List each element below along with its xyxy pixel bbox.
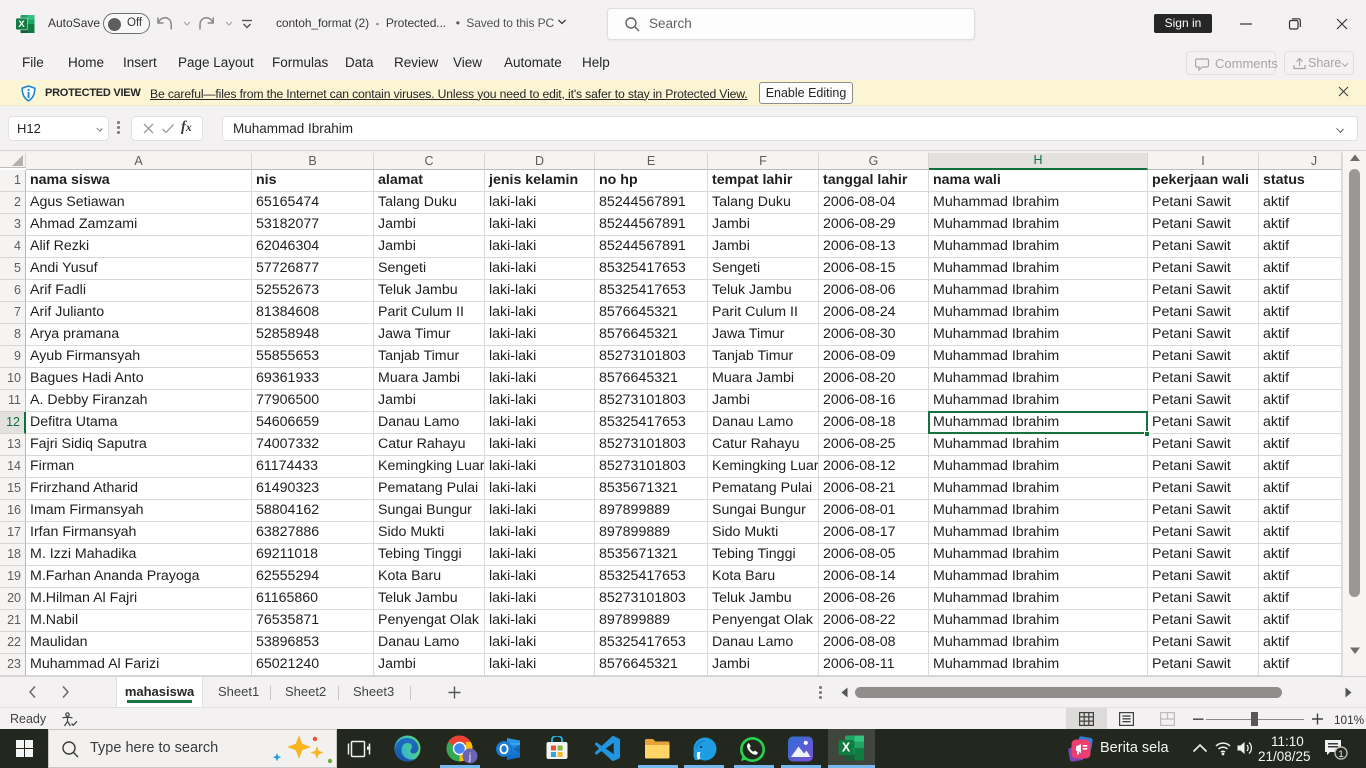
svg-text:1: 1 <box>1338 749 1343 760</box>
svg-text:j: j <box>468 752 471 763</box>
svg-text:X: X <box>842 741 851 755</box>
svg-text:X: X <box>18 19 25 30</box>
